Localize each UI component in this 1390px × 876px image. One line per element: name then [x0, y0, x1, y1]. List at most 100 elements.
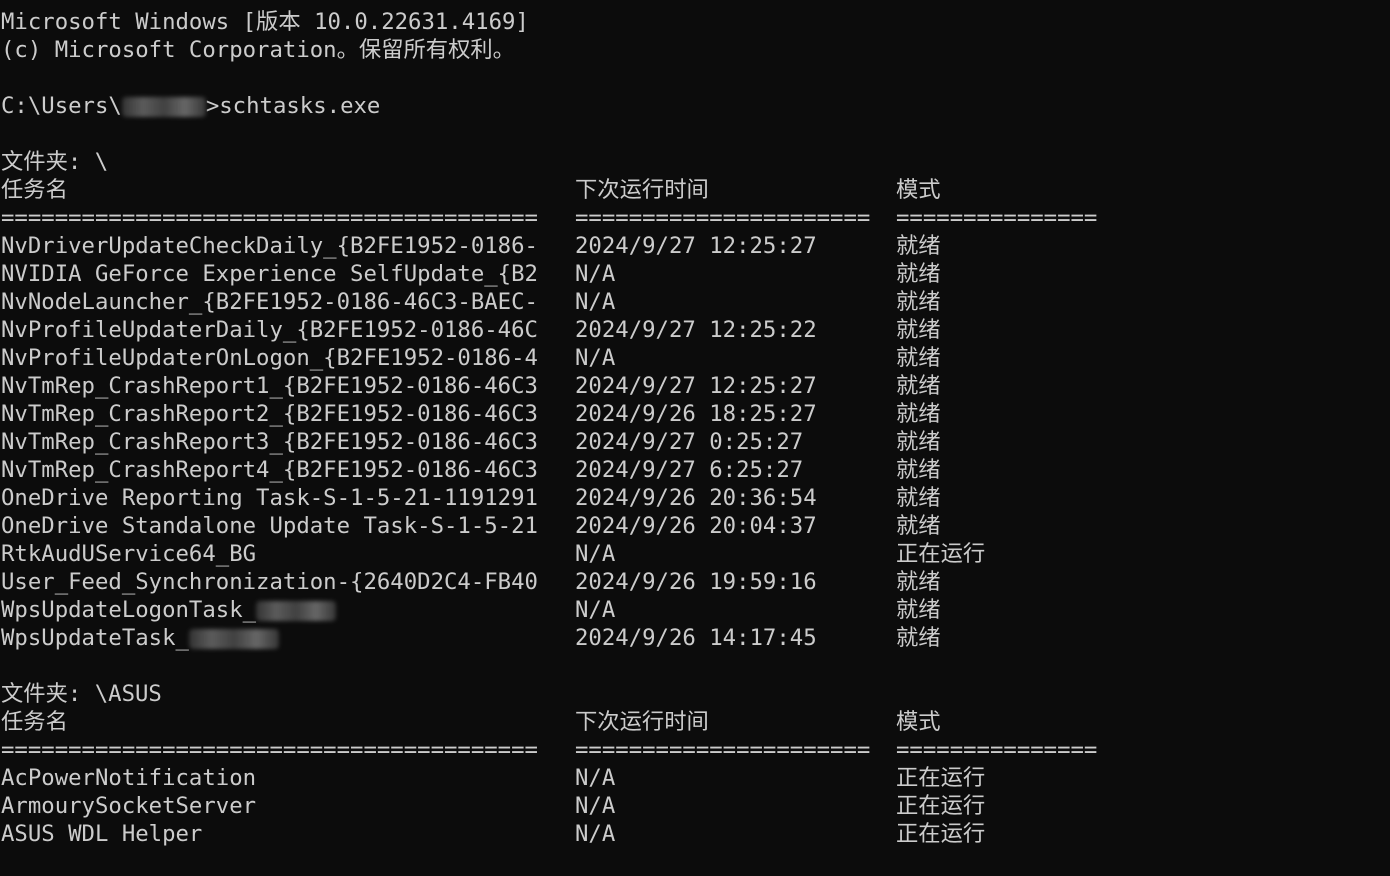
table-row: AcPowerNotification N/A 正在运行 — [1, 764, 1389, 792]
separator-row: ========================================… — [1, 736, 1389, 764]
task-name: NvTmRep_CrashReport2_{B2FE1952-0186-46C3 — [1, 401, 538, 427]
table-header-row: 任务名 下次运行时间 模式 — [1, 176, 1389, 204]
terminal-output[interactable]: Microsoft Windows [版本 10.0.22631.4169] (… — [1, 8, 1389, 848]
copyright-line: (c) Microsoft Corporation。保留所有权利。 — [1, 37, 515, 63]
next-run-time: 2024/9/27 12:25:27 — [575, 373, 817, 399]
task-status: 就绪 — [896, 569, 941, 595]
table-row: ASUS WDL Helper N/A 正在运行 — [1, 820, 1389, 848]
task-name: NvProfileUpdaterDaily_{B2FE1952-0186-46C — [1, 317, 538, 343]
task-status: 正在运行 — [896, 541, 986, 567]
table-row: NvTmRep_CrashReport2_{B2FE1952-0186-46C3… — [1, 400, 1389, 428]
table-row: NVIDIA GeForce Experience SelfUpdate_{B2… — [1, 260, 1389, 288]
next-run-time: N/A — [575, 765, 616, 791]
task-name: WpsUpdateTask_ — [1, 625, 189, 651]
next-run-time: 2024/9/27 12:25:22 — [575, 317, 817, 343]
task-name: NvTmRep_CrashReport1_{B2FE1952-0186-46C3 — [1, 373, 538, 399]
task-status: 就绪 — [896, 373, 941, 399]
task-status: 就绪 — [896, 317, 941, 343]
next-run-time: 2024/9/26 18:25:27 — [575, 401, 817, 427]
table-row: User_Feed_Synchronization-{2640D2C4-FB40… — [1, 568, 1389, 596]
separator: ======================================== — [1, 737, 538, 763]
separator: ====================== — [575, 205, 871, 231]
next-run-time: 2024/9/26 20:36:54 — [575, 485, 817, 511]
header-task-name: 任务名 — [1, 709, 68, 735]
redacted-username — [121, 96, 206, 117]
header-next-run-time: 下次运行时间 — [575, 709, 709, 735]
header-next-run-time: 下次运行时间 — [575, 177, 709, 203]
prompt-path: C:\Users\ — [1, 93, 122, 119]
task-name: NvNodeLauncher_{B2FE1952-0186-46C3-BAEC- — [1, 289, 538, 315]
next-run-time: N/A — [575, 821, 616, 847]
task-status: 正在运行 — [896, 821, 986, 847]
task-name: AcPowerNotification — [1, 765, 257, 791]
redacted-text — [188, 628, 279, 649]
separator: ====================== — [575, 737, 871, 763]
task-status: 就绪 — [896, 457, 941, 483]
task-status: 就绪 — [896, 513, 941, 539]
task-name: NvDriverUpdateCheckDaily_{B2FE1952-0186- — [1, 233, 538, 259]
header-task-name: 任务名 — [1, 177, 68, 203]
task-status: 就绪 — [896, 625, 941, 651]
next-run-time: 2024/9/26 20:04:37 — [575, 513, 817, 539]
separator: =============== — [896, 737, 1098, 763]
task-name: NVIDIA GeForce Experience SelfUpdate_{B2 — [1, 261, 538, 287]
prompt-command: >schtasks.exe — [205, 93, 381, 119]
table-row: RtkAudUService64_BG N/A 正在运行 — [1, 540, 1389, 568]
task-status: 就绪 — [896, 597, 941, 623]
next-run-time: 2024/9/27 12:25:27 — [575, 233, 817, 259]
task-status: 就绪 — [896, 345, 941, 371]
table-row: WpsUpdateTask_ 2024/9/26 14:17:45 就绪 — [1, 624, 1389, 652]
next-run-time: 2024/9/26 14:17:45 — [575, 625, 817, 651]
task-status: 就绪 — [896, 485, 941, 511]
next-run-time: 2024/9/27 6:25:27 — [575, 457, 804, 483]
next-run-time: N/A — [575, 261, 616, 287]
separator: =============== — [896, 205, 1098, 231]
next-run-time: N/A — [575, 597, 616, 623]
separator: ======================================== — [1, 205, 538, 231]
task-name: WpsUpdateLogonTask_ — [1, 597, 257, 623]
next-run-time: N/A — [575, 345, 616, 371]
next-run-time: 2024/9/27 0:25:27 — [575, 429, 804, 455]
table-row: NvDriverUpdateCheckDaily_{B2FE1952-0186-… — [1, 232, 1389, 260]
separator-row: ========================================… — [1, 204, 1389, 232]
command-prompt-line: C:\Users\ >schtasks.exe — [1, 92, 1389, 120]
table-row: NvTmRep_CrashReport1_{B2FE1952-0186-46C3… — [1, 372, 1389, 400]
task-name: NvTmRep_CrashReport3_{B2FE1952-0186-46C3 — [1, 429, 538, 455]
table-row: OneDrive Reporting Task-S-1-5-21-1191291… — [1, 484, 1389, 512]
task-status: 正在运行 — [896, 793, 986, 819]
task-name: NvProfileUpdaterOnLogon_{B2FE1952-0186-4 — [1, 345, 538, 371]
table-row: ArmourySocketServer N/A 正在运行 — [1, 792, 1389, 820]
next-run-time: 2024/9/26 19:59:16 — [575, 569, 817, 595]
table-row: NvNodeLauncher_{B2FE1952-0186-46C3-BAEC-… — [1, 288, 1389, 316]
task-name: ArmourySocketServer — [1, 793, 257, 819]
task-status: 就绪 — [896, 289, 941, 315]
next-run-time: N/A — [575, 541, 616, 567]
task-status: 就绪 — [896, 401, 941, 427]
task-name: ASUS WDL Helper — [1, 821, 203, 847]
table-header-row: 任务名 下次运行时间 模式 — [1, 708, 1389, 736]
header-status: 模式 — [896, 709, 941, 735]
task-name: OneDrive Standalone Update Task-S-1-5-21 — [1, 513, 538, 539]
header-status: 模式 — [896, 177, 941, 203]
table-row: NvTmRep_CrashReport4_{B2FE1952-0186-46C3… — [1, 456, 1389, 484]
version-line: Microsoft Windows [版本 10.0.22631.4169] — [1, 9, 529, 35]
next-run-time: N/A — [575, 793, 616, 819]
table-row: WpsUpdateLogonTask_ N/A 就绪 — [1, 596, 1389, 624]
table-row: OneDrive Standalone Update Task-S-1-5-21… — [1, 512, 1389, 540]
table-row: NvProfileUpdaterOnLogon_{B2FE1952-0186-4… — [1, 344, 1389, 372]
task-name-cell: WpsUpdateLogonTask_ — [1, 596, 337, 624]
task-status: 正在运行 — [896, 765, 986, 791]
table-row: NvProfileUpdaterDaily_{B2FE1952-0186-46C… — [1, 316, 1389, 344]
task-status: 就绪 — [896, 233, 941, 259]
folder-label: 文件夹: \ — [1, 149, 109, 175]
folder-label: 文件夹: \ASUS — [1, 681, 162, 707]
table-row: NvTmRep_CrashReport3_{B2FE1952-0186-46C3… — [1, 428, 1389, 456]
task-status: 就绪 — [896, 429, 941, 455]
task-name: User_Feed_Synchronization-{2640D2C4-FB40 — [1, 569, 538, 595]
task-name: NvTmRep_CrashReport4_{B2FE1952-0186-46C3 — [1, 457, 538, 483]
task-name: RtkAudUService64_BG — [1, 541, 257, 567]
task-name: OneDrive Reporting Task-S-1-5-21-1191291 — [1, 485, 538, 511]
